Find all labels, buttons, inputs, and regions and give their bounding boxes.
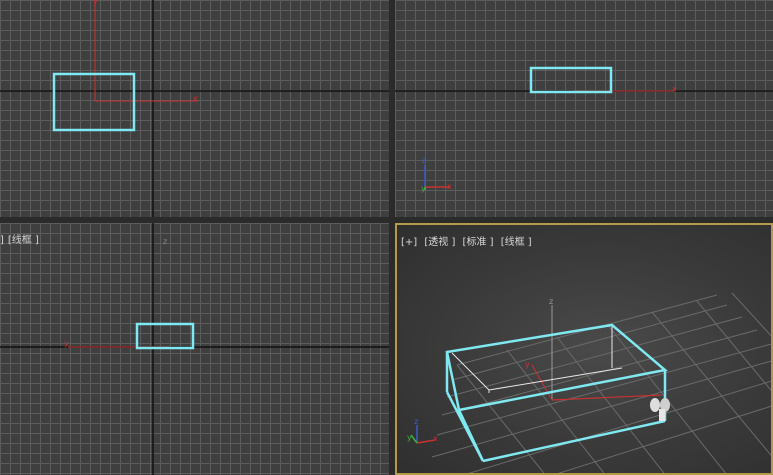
tripod-x-label: x: [433, 434, 438, 443]
gizmo-y-label: y: [525, 360, 530, 369]
tripod-y-label: y: [407, 433, 412, 442]
viewport-label-bracket: ]: [0, 235, 4, 246]
viewport-shading-label[interactable]: [线框 ]: [501, 237, 532, 248]
gizmo-x-label: x: [193, 94, 198, 103]
top-left-canvas: [0, 0, 389, 217]
tripod-z-label: z: [422, 156, 427, 165]
bottom-left-canvas: [0, 223, 389, 475]
viewport-bottom-left[interactable]: ] [线框 ] z y: [0, 223, 389, 475]
viewport-label[interactable]: ] [线框 ]: [0, 231, 43, 246]
gizmo-y-label: y: [93, 0, 98, 6]
gizmo-z-label: z: [163, 237, 168, 246]
gizmo-y-label: y: [64, 339, 69, 348]
viewport-standard-label[interactable]: [标准 ]: [463, 237, 494, 248]
viewport-top-right[interactable]: x z y x: [395, 0, 773, 217]
tripod-z-label: z: [414, 417, 419, 426]
tripod-y-label: y: [421, 184, 426, 193]
viewport-perspective[interactable]: [+] [透视 ] [标准 ] [线框 ] z y z y x: [395, 223, 773, 475]
viewport-view-label[interactable]: [透视 ]: [424, 237, 455, 248]
viewport-menu-plus[interactable]: [+]: [401, 237, 417, 248]
viewport-top-left[interactable]: y x: [0, 0, 389, 217]
selected-box-outline: [529, 66, 613, 94]
selected-box-outline: [52, 72, 136, 132]
perspective-canvas: [410, 292, 771, 473]
tripod-x-label: x: [447, 182, 452, 191]
viewport-label[interactable]: [+] [透视 ] [标准 ] [线框 ]: [401, 233, 536, 248]
selected-box-outline: [135, 322, 195, 350]
viewport-shading-label[interactable]: [线框 ]: [8, 235, 39, 246]
gizmo-x-axis: [551, 394, 663, 401]
gizmo-x-label: x: [672, 84, 677, 93]
gizmo-z-label: z: [549, 297, 554, 306]
